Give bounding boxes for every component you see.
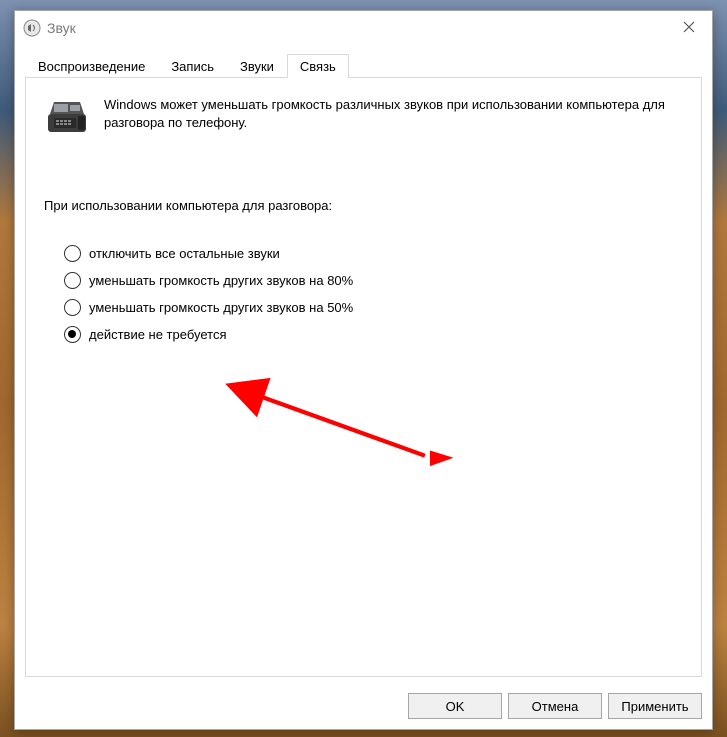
radio-icon <box>64 272 81 289</box>
close-button[interactable] <box>666 11 712 43</box>
tab-playback[interactable]: Воспроизведение <box>25 54 158 78</box>
radio-group: отключить все остальные звуки уменьшать … <box>64 245 683 343</box>
cancel-button[interactable]: Отмена <box>508 693 602 719</box>
option-reduce-80[interactable]: уменьшать громкость других звуков на 80% <box>64 272 683 289</box>
option-label: отключить все остальные звуки <box>89 246 280 261</box>
radio-icon <box>64 326 81 343</box>
option-mute-all[interactable]: отключить все остальные звуки <box>64 245 683 262</box>
info-text: Windows может уменьшать громкость различ… <box>104 96 683 132</box>
dialog-buttons: OK Отмена Применить <box>15 685 712 729</box>
option-label: действие не требуется <box>89 327 227 342</box>
sound-dialog: Звук Воспроизведение Запись Звуки Связь <box>14 10 713 730</box>
ok-button[interactable]: OK <box>408 693 502 719</box>
panel: Windows может уменьшать громкость различ… <box>25 77 702 677</box>
tab-communications[interactable]: Связь <box>287 54 349 78</box>
annotation-arrow <box>26 78 701 676</box>
window-title: Звук <box>47 20 76 36</box>
phone-icon <box>44 96 90 138</box>
option-do-nothing[interactable]: действие не требуется <box>64 326 683 343</box>
titlebar: Звук <box>15 11 712 45</box>
sound-icon <box>23 19 41 37</box>
option-reduce-50[interactable]: уменьшать громкость других звуков на 50% <box>64 299 683 316</box>
tab-recording[interactable]: Запись <box>158 54 227 78</box>
tabs: Воспроизведение Запись Звуки Связь <box>25 53 702 77</box>
radio-icon <box>64 299 81 316</box>
info-block: Windows может уменьшать громкость различ… <box>44 96 683 138</box>
radio-icon <box>64 245 81 262</box>
apply-button[interactable]: Применить <box>608 693 702 719</box>
tab-sounds[interactable]: Звуки <box>227 54 287 78</box>
option-label: уменьшать громкость других звуков на 80% <box>89 273 353 288</box>
option-label: уменьшать громкость других звуков на 50% <box>89 300 353 315</box>
question-label: При использовании компьютера для разгово… <box>44 198 683 213</box>
